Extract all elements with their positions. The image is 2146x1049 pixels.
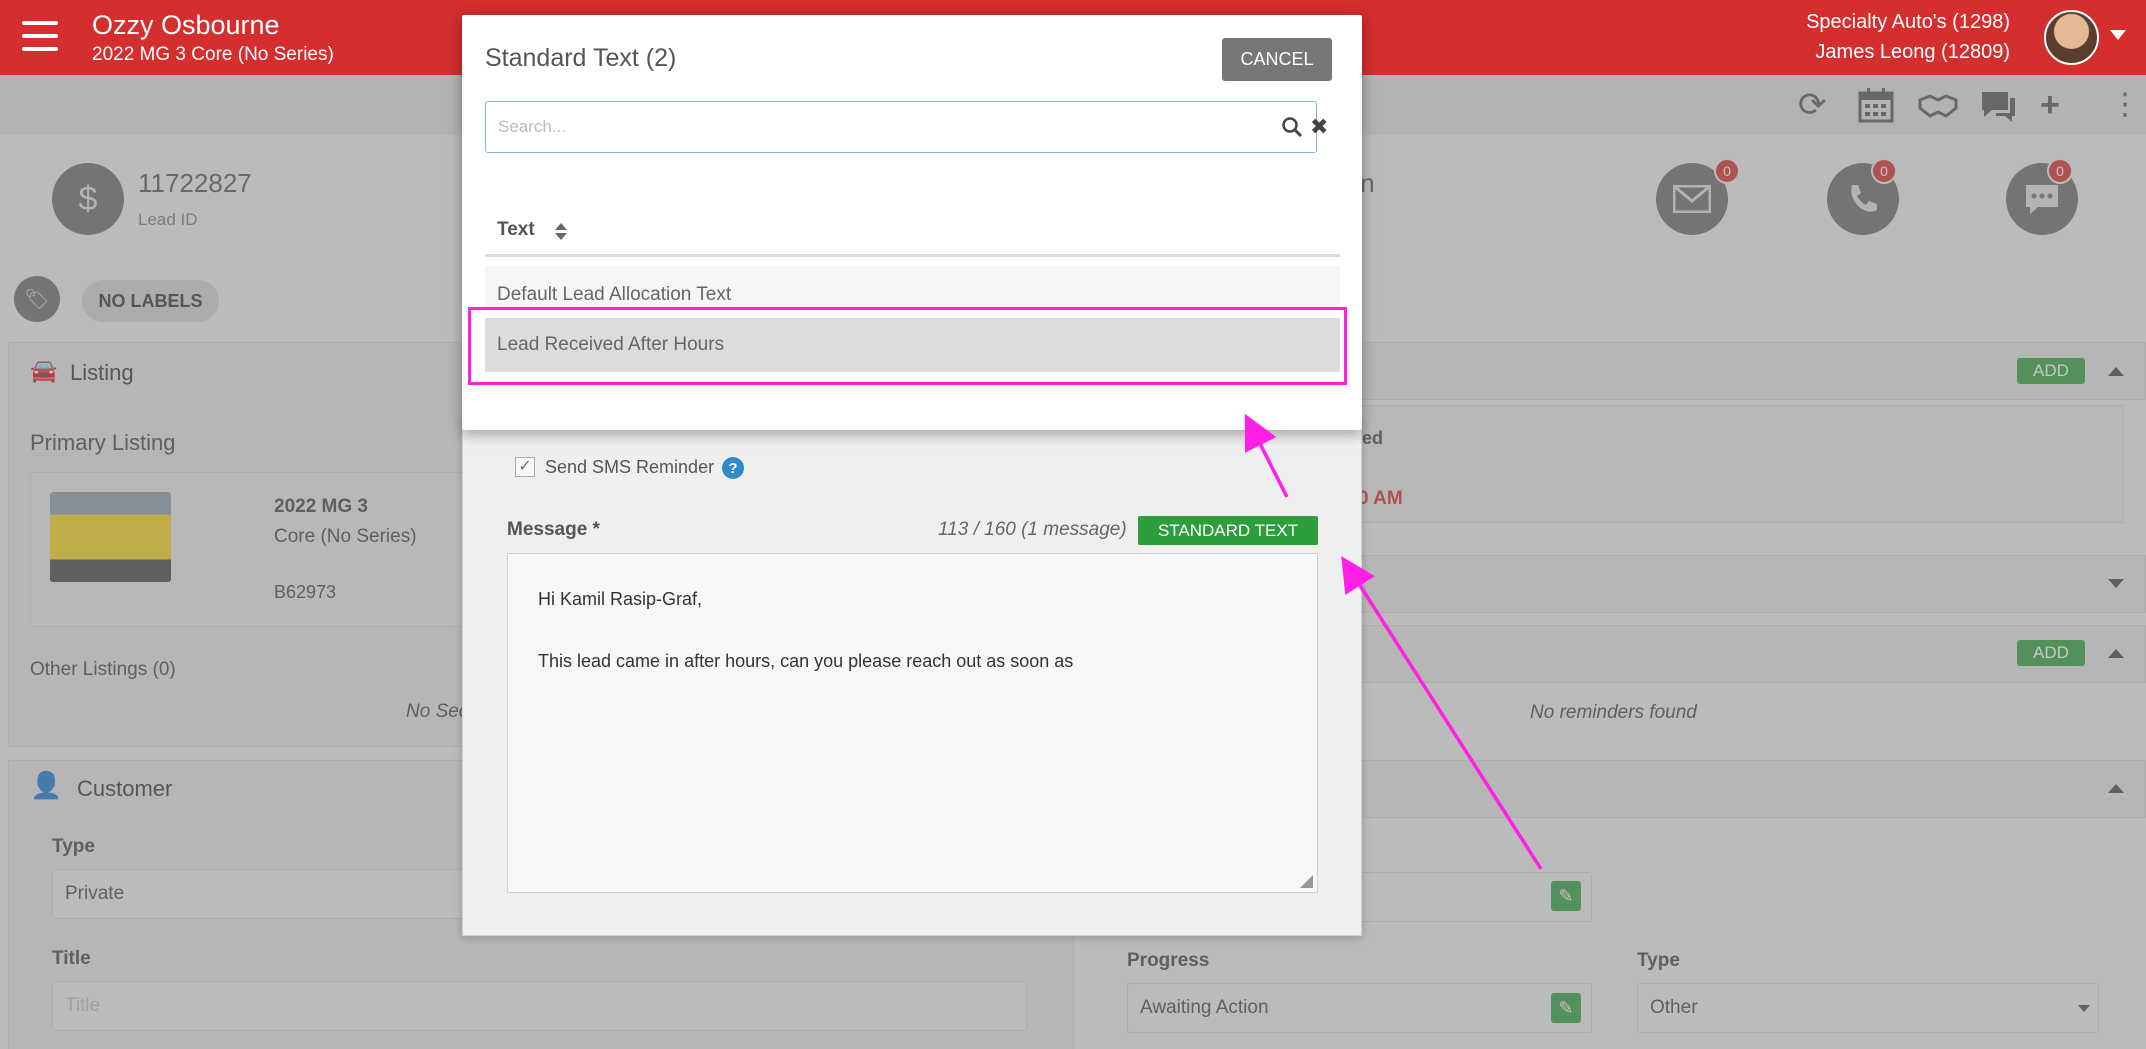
- arrow-to-standard-text: [1341, 556, 1543, 870]
- annotation-arrows: [1244, 413, 1543, 870]
- arrow-to-row: [1244, 413, 1289, 498]
